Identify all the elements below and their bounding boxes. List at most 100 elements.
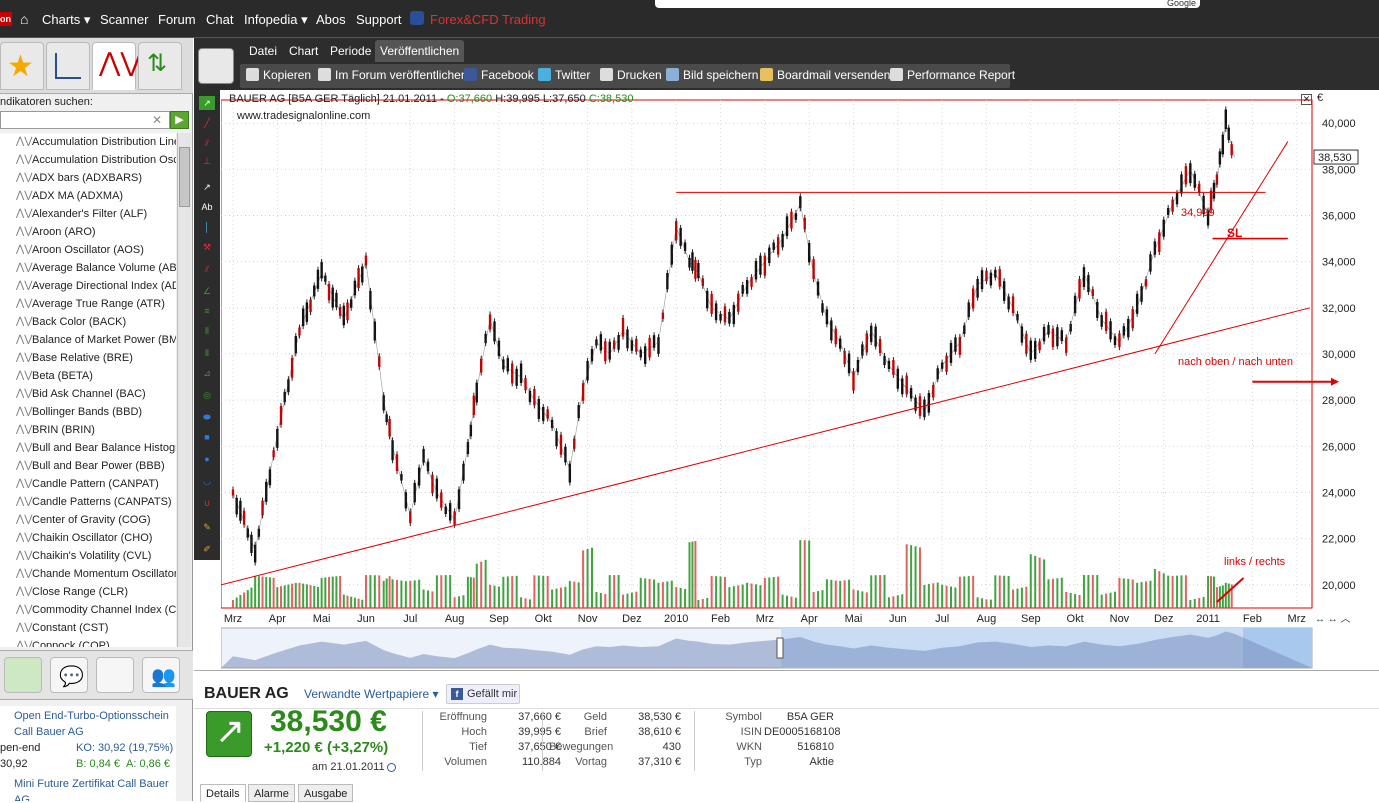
tab-favorites[interactable]: ★ <box>0 42 44 90</box>
forex-icon[interactable] <box>410 11 424 25</box>
performance-report-button[interactable]: Performance Report <box>890 68 1015 82</box>
indicator-item[interactable]: ⋀⋁ Chaikin Oscillator (CHO) <box>0 529 176 547</box>
cycles-icon[interactable]: ⦀ <box>199 346 215 360</box>
arrow-tool-icon[interactable]: ↗ <box>199 180 215 194</box>
home-icon[interactable]: ⌂ <box>20 11 28 27</box>
indicator-item[interactable]: ⋀⋁ Close Range (CLR) <box>0 583 176 601</box>
indicator-item[interactable]: ⋀⋁ Bull and Bear Power (BBB) <box>0 457 176 475</box>
nav-abos[interactable]: Abos <box>316 12 346 27</box>
copy-button[interactable]: Kopieren <box>246 68 311 82</box>
news-sub-2[interactable]: AG <box>14 794 30 801</box>
price-chart[interactable]: 40,000 38,000 36,000 34,000 32,000 30,000 28,0… <box>221 90 1379 670</box>
facebook-button[interactable]: Facebook <box>464 68 534 82</box>
indicator-item[interactable]: ⋀⋁ Chande Momentum Oscillator ( <box>0 565 176 583</box>
tab-products[interactable] <box>4 657 42 693</box>
tab-alarme[interactable]: Alarme <box>248 784 295 802</box>
tab-chat[interactable]: 💬 <box>50 657 88 693</box>
nav-chat[interactable]: Chat <box>206 12 233 27</box>
line-tool-icon[interactable]: ╱ <box>199 116 215 130</box>
facebook-like-button[interactable]: f Gefällt mir <box>446 684 520 704</box>
tab-community[interactable]: 👥 <box>142 657 180 693</box>
google-search-box[interactable]: Google <box>655 0 1200 8</box>
related-securities-dropdown[interactable]: Verwandte Wertpapiere ▾ <box>304 687 439 701</box>
nav-scanner[interactable]: Scanner <box>100 12 148 27</box>
vertical-line-tool-icon[interactable]: │ <box>199 220 215 234</box>
indicator-item[interactable]: ⋀⋁ Average Directional Index (AD <box>0 277 176 295</box>
indicator-item[interactable]: ⋀⋁ Average Balance Volume (AB <box>0 259 176 277</box>
site-logo[interactable]: on <box>0 12 12 26</box>
circle-icon[interactable]: ● <box>199 452 215 466</box>
pitchfork-tool-icon[interactable]: ⫽ <box>199 262 215 276</box>
time-zones-icon[interactable]: ⦀ <box>199 324 215 338</box>
bow-icon[interactable]: ◡ <box>199 474 215 488</box>
indicator-item[interactable]: ⋀⋁ Coppock (COP) <box>0 637 176 647</box>
tab-indicators[interactable]: ⋀⋁ <box>92 42 142 90</box>
indicator-item[interactable]: ⋀⋁ Bull and Bear Balance Histogr <box>0 439 176 457</box>
close-chart-icon[interactable]: ✕ <box>1301 94 1312 105</box>
ellipse-icon[interactable]: ⬬ <box>199 410 215 424</box>
tab-ausgabe[interactable]: Ausgabe <box>298 784 354 802</box>
indicator-item[interactable]: ⋀⋁ Bollinger Bands (BBD) <box>0 403 176 421</box>
indicator-item[interactable]: ⋀⋁ ADX MA (ADXMA) <box>0 187 176 205</box>
fib-retracement-icon[interactable]: ≡ <box>199 304 215 318</box>
indicator-item[interactable]: ⋀⋁ Candle Patterns (CANPATS) <box>0 493 176 511</box>
news-title-2[interactable]: Mini Future Zertifikat Call Bauer <box>14 778 169 790</box>
cursor-tool-icon[interactable]: ↗ <box>199 96 215 110</box>
indicator-item[interactable]: ⋀⋁ Back Color (BACK) <box>0 313 176 331</box>
twitter-button[interactable]: Twitter <box>538 68 590 82</box>
delete-drawings-icon[interactable]: ✐ <box>199 542 215 556</box>
indicator-item[interactable]: ⋀⋁ Accumulation Distribution Line <box>0 133 176 151</box>
indicator-item[interactable]: ⋀⋁ BRIN (BRIN) <box>0 421 176 439</box>
horizontal-line-tool-icon[interactable]: ┴ <box>199 156 215 170</box>
text-tool-icon[interactable]: Ab <box>199 200 215 214</box>
tab-chart-types[interactable] <box>46 42 90 90</box>
indicator-item[interactable]: ⋀⋁ Beta (BETA) <box>0 367 176 385</box>
indicator-item[interactable]: ⋀⋁ Average True Range (ATR) <box>0 295 176 313</box>
magnet-icon[interactable]: ∪ <box>199 496 215 510</box>
save-image-button[interactable]: Bild speichern <box>666 68 758 82</box>
indicator-item[interactable]: ⋀⋁ Balance of Market Power (BM <box>0 331 176 349</box>
indicator-item[interactable]: ⋀⋁ Constant (CST) <box>0 619 176 637</box>
tab-news[interactable] <box>96 657 134 693</box>
nav-forex-cfd[interactable]: Forex&CFD Trading <box>430 12 546 27</box>
clear-search-icon[interactable]: ✕ <box>152 113 162 127</box>
nav-infopedia[interactable]: Infopedia ▾ <box>244 12 308 28</box>
menu-datei[interactable]: Datei <box>244 40 282 62</box>
search-go-button[interactable]: ▶ <box>170 111 189 129</box>
menu-periode[interactable]: Periode <box>325 40 376 62</box>
print-button[interactable]: Drucken <box>600 68 662 82</box>
indicator-item[interactable]: ⋀⋁ Aroon Oscillator (AOS) <box>0 241 176 259</box>
scale-zoom-icons[interactable]: ↔ ↔ ︿ <box>1315 610 1351 625</box>
menu-veroeffentlichen[interactable]: Veröffentlichen <box>375 40 465 62</box>
news-sub-1[interactable]: Call Bauer AG <box>14 726 84 738</box>
boardmail-button[interactable]: Boardmail versenden <box>760 68 890 82</box>
indicator-list[interactable]: ⋀⋁ Accumulation Distribution Line ⋀⋁ Accumu… <box>0 133 176 647</box>
tab-strategies[interactable]: ⇅ <box>138 42 182 90</box>
scrollbar-thumb[interactable] <box>179 147 190 207</box>
indicator-item[interactable]: ⋀⋁ Base Relative (BRE) <box>0 349 176 367</box>
news-title-1[interactable]: Open End-Turbo-Optionsschein <box>14 710 169 722</box>
properties-icon[interactable]: ✎ <box>199 520 215 534</box>
indicator-search-input[interactable] <box>0 111 170 129</box>
fibonacci-tool-icon[interactable]: ⚒ <box>199 240 215 254</box>
indicator-item[interactable]: ⋀⋁ Bid Ask Channel (BAC) <box>0 385 176 403</box>
nav-forum[interactable]: Forum <box>158 12 196 27</box>
forum-publish-button[interactable]: Im Forum veröffentlichen <box>318 68 468 82</box>
indicator-item[interactable]: ⋀⋁ Chaikin's Volatility (CVL) <box>0 547 176 565</box>
menu-chart[interactable]: Chart <box>284 40 323 62</box>
fan-icon[interactable]: ⊿ <box>199 366 215 380</box>
indicator-item[interactable]: ⋀⋁ Candle Pattern (CANPAT) <box>0 475 176 493</box>
indicator-item[interactable]: ⋀⋁ Center of Gravity (COG) <box>0 511 176 529</box>
indicator-item[interactable]: ⋀⋁ ADX bars (ADXBARS) <box>0 169 176 187</box>
refresh-icon[interactable] <box>198 48 234 84</box>
nav-charts[interactable]: Charts ▾ <box>42 12 90 28</box>
indicator-list-scrollbar[interactable] <box>177 133 191 647</box>
nav-support[interactable]: Support <box>356 12 402 27</box>
indicator-item[interactable]: ⋀⋁ Accumulation Distribution Osc <box>0 151 176 169</box>
indicator-item[interactable]: ⋀⋁ Commodity Channel Index (CC <box>0 601 176 619</box>
gann-tool-icon[interactable]: ∠ <box>199 284 215 298</box>
chart-svg[interactable]: 40,000 38,000 36,000 34,000 32,000 30,000 28,0… <box>221 90 1379 670</box>
tab-details[interactable]: Details <box>200 784 246 802</box>
arc-icon[interactable]: ◎ <box>199 388 215 402</box>
rectangle-icon[interactable]: ■ <box>199 430 215 444</box>
